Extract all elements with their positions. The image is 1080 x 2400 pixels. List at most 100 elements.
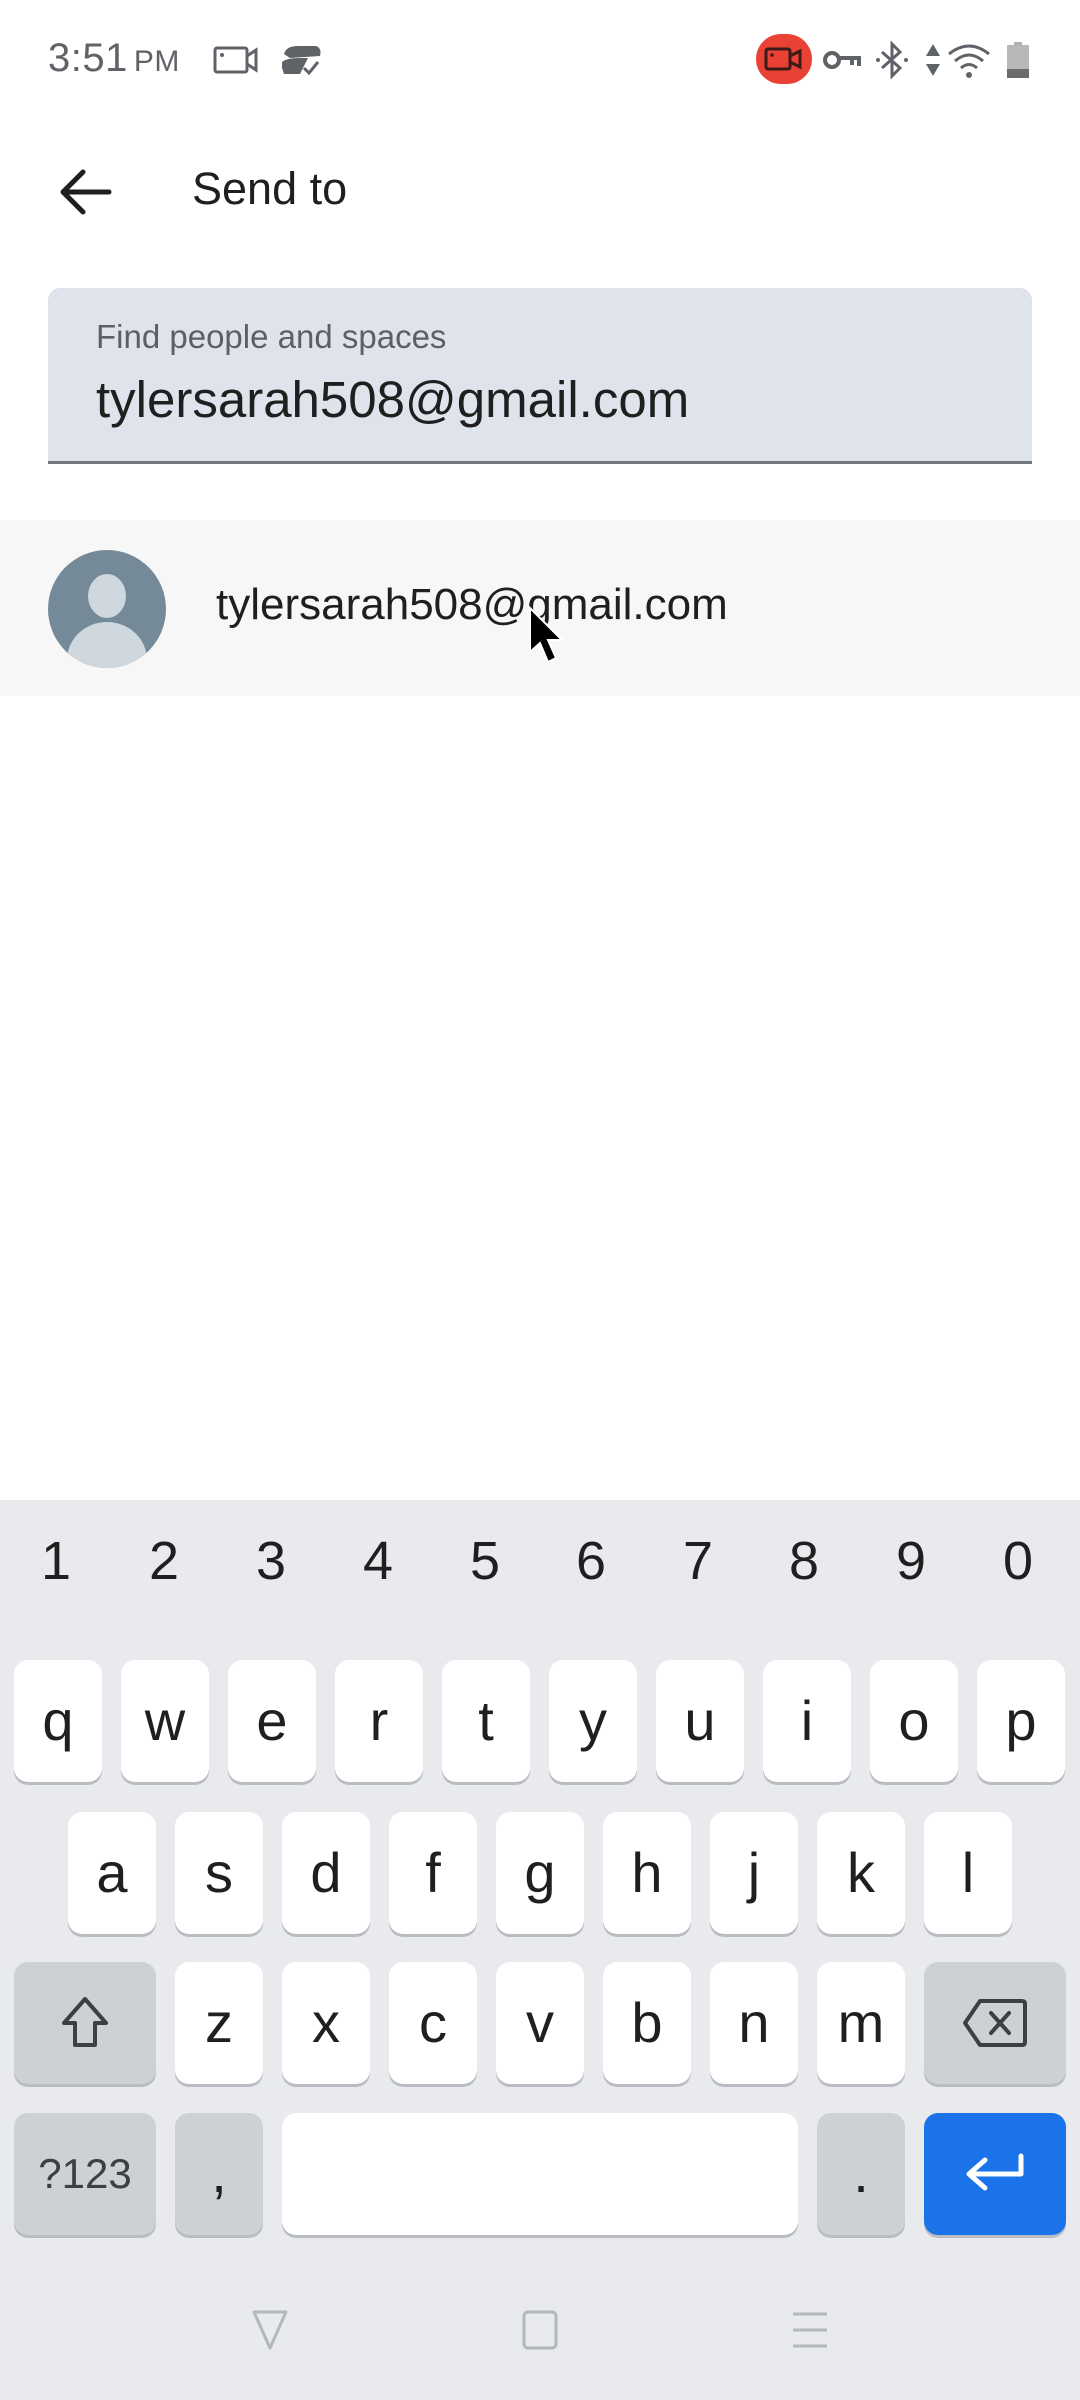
keyboard: 1 2 3 4 5 6 7 8 9 0 q w e r t y u i o p … (0, 1500, 1080, 2400)
key-label: i (800, 1689, 814, 1752)
key-label: k (847, 1841, 875, 1904)
symbols-key[interactable]: ?123 (14, 2113, 156, 2235)
status-ampm: PM (133, 45, 180, 78)
back-triangle-icon (252, 2310, 288, 2350)
key-g[interactable]: g (496, 1812, 584, 1934)
navigation-bar (0, 2280, 1080, 2380)
key-l[interactable]: l (924, 1812, 1012, 1934)
key-r[interactable]: r (335, 1660, 423, 1782)
key-label: u (684, 1689, 716, 1752)
period-key[interactable]: . (817, 2113, 905, 2235)
page-title: Send to (192, 163, 348, 214)
key-label: l (961, 1841, 975, 1904)
backspace-icon (963, 1999, 1027, 2047)
key-label: x (312, 1991, 340, 2054)
number-row: 1 2 3 4 5 6 7 8 9 0 (0, 1530, 1080, 1620)
key-4[interactable]: 4 (324, 1530, 432, 1592)
backspace-key[interactable] (924, 1962, 1066, 2084)
enter-icon (966, 2153, 1024, 2191)
key-label: q (42, 1689, 74, 1752)
key-label: v (526, 1991, 554, 2054)
nav-back-button[interactable] (230, 2300, 310, 2360)
key-label: p (1005, 1689, 1037, 1752)
key-label: f (425, 1841, 441, 1904)
key-f[interactable]: f (389, 1812, 477, 1934)
key-i[interactable]: i (763, 1660, 851, 1782)
key-label: , (211, 2141, 227, 2204)
space-key[interactable] (282, 2113, 798, 2235)
key-9[interactable]: 9 (857, 1530, 965, 1592)
key-5[interactable]: 5 (431, 1530, 539, 1592)
recording-indicator-icon (756, 34, 812, 84)
key-8[interactable]: 8 (750, 1530, 858, 1592)
key-q[interactable]: q (14, 1660, 102, 1782)
wifi-icon (946, 40, 992, 80)
key-label: w (144, 1689, 186, 1752)
key-k[interactable]: k (817, 1812, 905, 1934)
key-label: z (205, 1991, 233, 2054)
data-arrows-icon (922, 40, 944, 80)
key-v[interactable]: v (496, 1962, 584, 2084)
key-label: ?123 (38, 2150, 132, 2197)
key-label: r (369, 1689, 389, 1752)
status-time: 3:51 PM (48, 36, 180, 81)
key-6[interactable]: 6 (537, 1530, 645, 1592)
key-label: e (256, 1689, 288, 1752)
battery-icon (1006, 40, 1030, 80)
sync-check-icon (278, 40, 326, 80)
key-n[interactable]: n (710, 1962, 798, 2084)
status-time-text: 3:51 (48, 36, 128, 80)
key-p[interactable]: p (977, 1660, 1065, 1782)
enter-key[interactable] (924, 2113, 1066, 2235)
key-y[interactable]: y (549, 1660, 637, 1782)
key-label: m (837, 1991, 885, 2054)
search-field-label: Find people and spaces (96, 318, 447, 355)
key-x[interactable]: x (282, 1962, 370, 2084)
key-s[interactable]: s (175, 1812, 263, 1934)
key-e[interactable]: e (228, 1660, 316, 1782)
key-label: h (631, 1841, 663, 1904)
bluetooth-icon (874, 40, 910, 80)
key-2[interactable]: 2 (110, 1530, 218, 1592)
key-label: j (747, 1841, 761, 1904)
key-label: t (478, 1689, 494, 1752)
key-j[interactable]: j (710, 1812, 798, 1934)
key-label: n (738, 1991, 770, 2054)
shift-icon (62, 1997, 108, 2047)
key-label: b (631, 1991, 663, 2054)
key-t[interactable]: t (442, 1660, 530, 1782)
vpn-key-icon (822, 40, 862, 80)
key-b[interactable]: b (603, 1962, 691, 2084)
key-label: . (853, 2141, 869, 2204)
avatar (48, 550, 166, 668)
key-a[interactable]: a (68, 1812, 156, 1934)
key-label: s (205, 1841, 233, 1904)
key-1[interactable]: 1 (2, 1530, 110, 1592)
shift-key[interactable] (14, 1962, 156, 2084)
screen-record-icon (212, 40, 260, 80)
nav-home-button[interactable] (500, 2300, 580, 2360)
key-label: d (310, 1841, 342, 1904)
key-h[interactable]: h (603, 1812, 691, 1934)
key-label: o (898, 1689, 930, 1752)
person-icon (67, 574, 147, 668)
key-0[interactable]: 0 (964, 1530, 1072, 1592)
recents-menu-icon (793, 2312, 827, 2348)
nav-recents-button[interactable] (770, 2300, 850, 2360)
key-o[interactable]: o (870, 1660, 958, 1782)
back-button[interactable] (54, 160, 118, 224)
key-z[interactable]: z (175, 1962, 263, 2084)
key-3[interactable]: 3 (217, 1530, 325, 1592)
key-label: a (96, 1841, 128, 1904)
key-7[interactable]: 7 (644, 1530, 752, 1592)
search-field[interactable]: Find people and spaces (48, 288, 1032, 464)
comma-key[interactable]: , (175, 2113, 263, 2235)
search-input[interactable] (96, 370, 976, 429)
key-label: g (524, 1841, 556, 1904)
key-m[interactable]: m (817, 1962, 905, 2084)
key-u[interactable]: u (656, 1660, 744, 1782)
key-c[interactable]: c (389, 1962, 477, 2084)
key-d[interactable]: d (282, 1812, 370, 1934)
suggestion-email: tylersarah508@gmail.com (216, 580, 728, 629)
key-w[interactable]: w (121, 1660, 209, 1782)
